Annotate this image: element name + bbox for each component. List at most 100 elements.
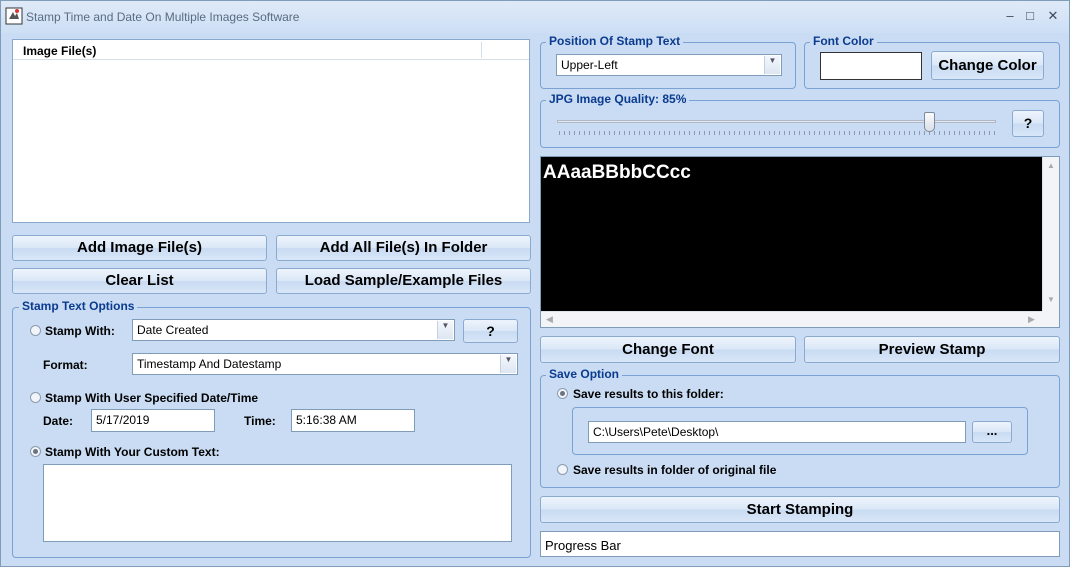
slider-tick xyxy=(664,131,665,135)
format-select[interactable]: Timestamp And Datestamp ▼ xyxy=(132,353,518,375)
title-bar[interactable]: Stamp Time and Date On Multiple Images S… xyxy=(1,1,1069,33)
slider-tick xyxy=(834,131,835,135)
custom-text-label: Stamp With Your Custom Text: xyxy=(45,445,220,459)
save-original-folder-radio[interactable] xyxy=(557,464,568,475)
slider-tick xyxy=(624,131,625,135)
time-value: 5:16:38 AM xyxy=(296,413,357,427)
slider-tick xyxy=(959,131,960,135)
slider-tick xyxy=(734,131,735,135)
progress-bar-label: Progress Bar xyxy=(545,538,621,553)
app-window: Stamp Time and Date On Multiple Images S… xyxy=(0,0,1070,567)
slider-tick xyxy=(599,131,600,135)
folder-path-input[interactable]: C:\Users\Pete\Desktop\ xyxy=(588,421,966,443)
scroll-left-icon[interactable]: ◀ xyxy=(546,314,553,325)
stamp-with-label: Stamp With: xyxy=(45,324,115,338)
load-sample-files-button[interactable]: Load Sample/Example Files xyxy=(276,268,531,294)
save-original-folder-label: Save results in folder of original file xyxy=(573,463,777,477)
slider-tick xyxy=(884,131,885,135)
close-icon[interactable]: ✕ xyxy=(1042,7,1064,25)
position-legend: Position Of Stamp Text xyxy=(546,34,684,48)
start-stamping-button[interactable]: Start Stamping xyxy=(540,496,1060,523)
format-value: Timestamp And Datestamp xyxy=(137,357,282,371)
slider-tick xyxy=(864,131,865,135)
change-color-button[interactable]: Change Color xyxy=(931,51,1044,80)
minimize-icon[interactable]: – xyxy=(999,7,1021,25)
slider-tick xyxy=(594,131,595,135)
slider-tick xyxy=(874,131,875,135)
slider-tick xyxy=(639,131,640,135)
slider-tick xyxy=(704,131,705,135)
chevron-down-icon[interactable]: ▼ xyxy=(437,321,453,339)
scroll-down-icon[interactable]: ▼ xyxy=(1047,295,1055,304)
slider-tick xyxy=(954,131,955,135)
font-color-swatch xyxy=(820,52,922,80)
save-to-folder-label: Save results to this folder: xyxy=(573,387,724,401)
slider-tick xyxy=(604,131,605,135)
slider-tick xyxy=(579,131,580,135)
preview-vertical-scrollbar[interactable]: ▲ ▼ xyxy=(1042,157,1059,311)
slider-tick xyxy=(769,131,770,135)
file-list-header[interactable]: Image File(s) xyxy=(13,40,529,60)
slider-tick xyxy=(799,131,800,135)
change-font-button[interactable]: Change Font xyxy=(540,336,796,363)
slider-tick xyxy=(774,131,775,135)
slider-tick xyxy=(614,131,615,135)
slider-tick xyxy=(934,131,935,135)
stamp-with-value: Date Created xyxy=(137,323,209,337)
slider-tick xyxy=(984,131,985,135)
slider-tick xyxy=(564,131,565,135)
clear-list-button[interactable]: Clear List xyxy=(12,268,267,294)
slider-tick xyxy=(744,131,745,135)
add-image-files-button[interactable]: Add Image File(s) xyxy=(12,235,267,261)
add-all-files-in-folder-button[interactable]: Add All File(s) In Folder xyxy=(276,235,531,261)
preview-stamp-button[interactable]: Preview Stamp xyxy=(804,336,1060,363)
slider-tick xyxy=(894,131,895,135)
column-divider[interactable] xyxy=(481,42,482,58)
time-input[interactable]: 5:16:38 AM xyxy=(291,409,415,432)
position-select[interactable]: Upper-Left ▼ xyxy=(556,54,782,76)
slider-tick xyxy=(879,131,880,135)
chevron-down-icon[interactable]: ▼ xyxy=(764,56,780,74)
slider-tick xyxy=(989,131,990,135)
stamp-with-select[interactable]: Date Created ▼ xyxy=(132,319,455,341)
app-icon xyxy=(5,7,23,25)
custom-text-area[interactable] xyxy=(43,464,512,542)
chevron-down-icon[interactable]: ▼ xyxy=(500,355,516,373)
user-date-radio[interactable] xyxy=(30,392,41,403)
slider-tick xyxy=(979,131,980,135)
slider-tick xyxy=(719,131,720,135)
jpg-quality-legend: JPG Image Quality: 85% xyxy=(546,92,690,106)
slider-tick xyxy=(819,131,820,135)
custom-text-radio[interactable] xyxy=(30,446,41,457)
slider-tick xyxy=(634,131,635,135)
slider-tick xyxy=(914,131,915,135)
slider-tick xyxy=(814,131,815,135)
time-label: Time: xyxy=(244,414,276,428)
slider-tick xyxy=(869,131,870,135)
stamp-text-options-legend: Stamp Text Options xyxy=(19,299,138,313)
slider-tick xyxy=(809,131,810,135)
browse-folder-button[interactable]: ... xyxy=(972,421,1012,443)
slider-tick xyxy=(794,131,795,135)
slider-tick xyxy=(829,131,830,135)
stamp-with-help-button[interactable]: ? xyxy=(463,319,518,343)
save-option-legend: Save Option xyxy=(546,367,623,381)
column-header-image-files[interactable]: Image File(s) xyxy=(23,44,96,58)
slider-tick xyxy=(964,131,965,135)
maximize-icon[interactable]: □ xyxy=(1019,7,1041,25)
date-input[interactable]: 5/17/2019 xyxy=(91,409,215,432)
preview-horizontal-scrollbar[interactable]: ◀ ▶ xyxy=(541,311,1042,327)
scroll-up-icon[interactable]: ▲ xyxy=(1047,161,1055,170)
slider-tick xyxy=(804,131,805,135)
date-label: Date: xyxy=(43,414,74,428)
stamp-with-radio[interactable] xyxy=(30,325,41,336)
jpg-quality-slider-thumb[interactable] xyxy=(924,112,935,132)
slider-tick xyxy=(969,131,970,135)
slider-tick xyxy=(924,131,925,135)
scroll-right-icon[interactable]: ▶ xyxy=(1028,314,1035,325)
jpg-quality-help-button[interactable]: ? xyxy=(1012,110,1044,137)
slider-tick xyxy=(629,131,630,135)
save-to-folder-radio[interactable] xyxy=(557,388,568,399)
image-file-list[interactable]: Image File(s) xyxy=(12,39,530,223)
slider-tick xyxy=(889,131,890,135)
